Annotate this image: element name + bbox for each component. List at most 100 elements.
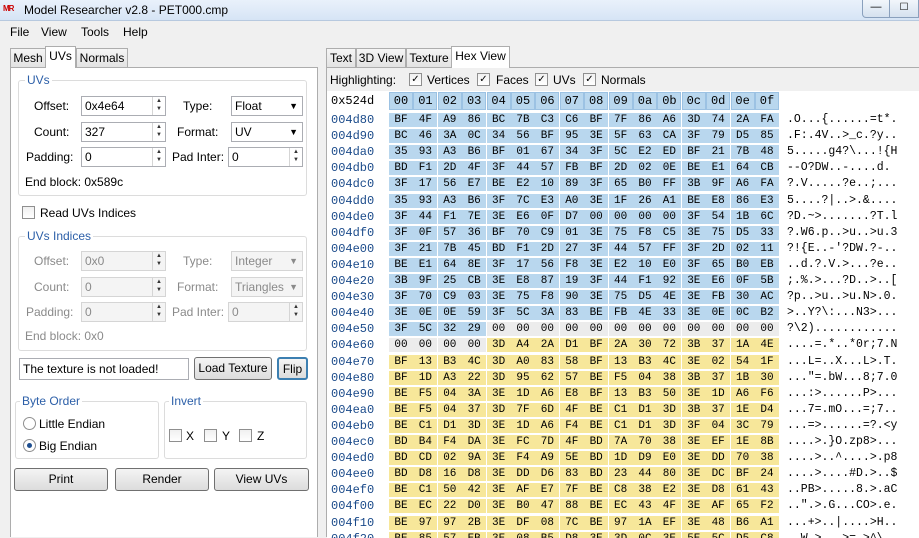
hex-byte[interactable]: 95 xyxy=(559,129,584,144)
hex-byte[interactable]: 70 xyxy=(633,435,657,449)
hex-byte[interactable]: 33 xyxy=(755,225,779,240)
hex-byte[interactable]: BF xyxy=(584,354,609,369)
hex-byte[interactable]: 43 xyxy=(755,483,779,498)
hex-byte[interactable]: 3F xyxy=(389,241,413,256)
hex-byte[interactable]: 7B xyxy=(437,241,462,256)
hex-byte[interactable]: F4 xyxy=(559,418,584,433)
hex-byte[interactable]: 86 xyxy=(730,193,755,208)
hex-byte[interactable]: F4 xyxy=(511,451,535,466)
hex-byte[interactable]: 00 xyxy=(657,209,682,224)
hex-byte[interactable]: 08 xyxy=(535,515,560,530)
hex-byte[interactable]: B2 xyxy=(755,306,779,321)
hex-byte[interactable]: 19 xyxy=(559,274,584,288)
hex-byte[interactable]: 0C xyxy=(462,129,487,144)
hex-byte[interactable]: 00 xyxy=(462,338,487,353)
hex-byte[interactable]: 25 xyxy=(437,274,462,288)
hex-byte[interactable]: BE xyxy=(389,531,413,538)
hex-byte[interactable]: 3E xyxy=(681,435,706,449)
hex-byte[interactable]: BF xyxy=(486,225,511,240)
hex-byte[interactable]: 48 xyxy=(755,145,779,160)
hex-byte[interactable]: 04 xyxy=(437,402,462,417)
hex-byte[interactable]: 65 xyxy=(608,177,633,192)
load-texture-button[interactable]: Load Texture xyxy=(194,357,272,380)
hex-byte[interactable]: 21 xyxy=(413,241,438,256)
hex-byte[interactable]: 7B xyxy=(730,145,755,160)
hex-byte[interactable]: 00 xyxy=(559,322,584,337)
hex-byte[interactable]: 3A xyxy=(462,386,487,401)
hex-byte[interactable]: 38 xyxy=(755,451,779,466)
hex-byte[interactable]: 5C xyxy=(706,531,731,538)
hex-byte[interactable]: 44 xyxy=(608,274,633,288)
hex-byte[interactable]: A3 xyxy=(437,145,462,160)
hex-byte[interactable]: 7E xyxy=(462,209,487,224)
hex-byte[interactable]: 1E xyxy=(730,402,755,417)
hex-byte[interactable]: 4C xyxy=(462,354,487,369)
pad-inter-input[interactable]: 0 ▲ ▼ xyxy=(228,147,303,167)
hex-byte[interactable]: D9 xyxy=(633,451,657,466)
hex-byte[interactable]: D1 xyxy=(633,418,657,433)
hex-byte[interactable]: BD xyxy=(486,241,511,256)
hex-byte[interactable]: 3F xyxy=(486,257,511,272)
hex-byte[interactable]: 10 xyxy=(535,177,560,192)
hex-byte[interactable]: F1 xyxy=(511,241,535,256)
hex-byte[interactable]: 00 xyxy=(633,209,657,224)
hex-byte[interactable]: 7A xyxy=(608,435,633,449)
hex-byte[interactable]: 13 xyxy=(608,386,633,401)
hex-byte[interactable]: E2 xyxy=(633,145,657,160)
hex-byte[interactable]: 0C xyxy=(730,306,755,321)
highlight-uvs-checkbox[interactable]: ✓ xyxy=(535,73,548,86)
hex-byte[interactable]: 7F xyxy=(511,402,535,417)
hex-byte[interactable]: 1F xyxy=(608,193,633,208)
padding-spinner[interactable]: ▲ ▼ xyxy=(152,148,165,166)
hex-byte[interactable]: EF xyxy=(657,515,682,530)
hex-byte[interactable]: C1 xyxy=(608,418,633,433)
menu-file[interactable]: File xyxy=(10,25,29,39)
hex-byte[interactable]: 5E xyxy=(559,451,584,466)
hex-byte[interactable]: 1F xyxy=(755,354,779,369)
hex-byte[interactable]: 4F xyxy=(559,435,584,449)
hex-byte[interactable]: 17 xyxy=(511,257,535,272)
hex-byte[interactable]: 8B xyxy=(755,435,779,449)
hex-byte[interactable]: 00 xyxy=(413,338,438,353)
hex-byte[interactable]: B0 xyxy=(633,177,657,192)
hex-byte[interactable]: BE xyxy=(681,161,706,176)
view-uvs-button[interactable]: View UVs xyxy=(214,468,309,491)
hex-byte[interactable]: BD xyxy=(389,451,413,466)
hex-byte[interactable]: 3A xyxy=(535,306,560,321)
hex-byte[interactable]: 3F xyxy=(584,145,609,160)
hex-byte[interactable]: 04 xyxy=(706,418,731,433)
hex-byte[interactable]: C9 xyxy=(437,290,462,305)
hex-byte[interactable]: 3E xyxy=(681,483,706,498)
hex-byte[interactable]: 46 xyxy=(413,129,438,144)
hex-byte[interactable]: 0F xyxy=(535,209,560,224)
hex-byte[interactable]: 57 xyxy=(559,370,584,385)
hex-byte[interactable]: 11 xyxy=(755,241,779,256)
hex-byte[interactable]: 3E xyxy=(486,209,511,224)
hex-byte[interactable]: 3E xyxy=(584,531,609,538)
hex-byte[interactable]: A3 xyxy=(437,193,462,208)
hex-byte[interactable]: C9 xyxy=(535,225,560,240)
hex-byte[interactable]: 13 xyxy=(608,354,633,369)
hex-byte[interactable]: 3F xyxy=(486,161,511,176)
hex-byte[interactable]: 34 xyxy=(486,129,511,144)
hex-byte[interactable]: 2D xyxy=(706,241,731,256)
hex-byte[interactable]: 38 xyxy=(657,435,682,449)
hex-byte[interactable]: A3 xyxy=(437,370,462,385)
hex-byte[interactable]: 48 xyxy=(706,515,731,530)
minimize-button[interactable]: — xyxy=(862,0,890,18)
hex-byte[interactable]: 3E xyxy=(681,290,706,305)
hex-byte[interactable]: A1 xyxy=(657,193,682,208)
hex-byte[interactable]: 0E xyxy=(657,161,682,176)
hex-byte[interactable]: 08 xyxy=(511,531,535,538)
hex-byte[interactable]: 3E xyxy=(486,386,511,401)
hex-byte[interactable]: D4 xyxy=(755,402,779,417)
hex-byte[interactable]: 56 xyxy=(437,177,462,192)
hex-byte[interactable]: D0 xyxy=(462,499,487,514)
hex-byte[interactable]: 33 xyxy=(657,306,682,321)
indices-offset-input[interactable]: 0x0 ▲ ▼ xyxy=(81,251,166,271)
hex-byte[interactable]: 54 xyxy=(706,209,731,224)
hex-byte[interactable]: 3D xyxy=(486,402,511,417)
hex-byte[interactable]: 70 xyxy=(511,225,535,240)
hex-byte[interactable]: 58 xyxy=(559,354,584,369)
hex-byte[interactable]: 00 xyxy=(584,322,609,337)
